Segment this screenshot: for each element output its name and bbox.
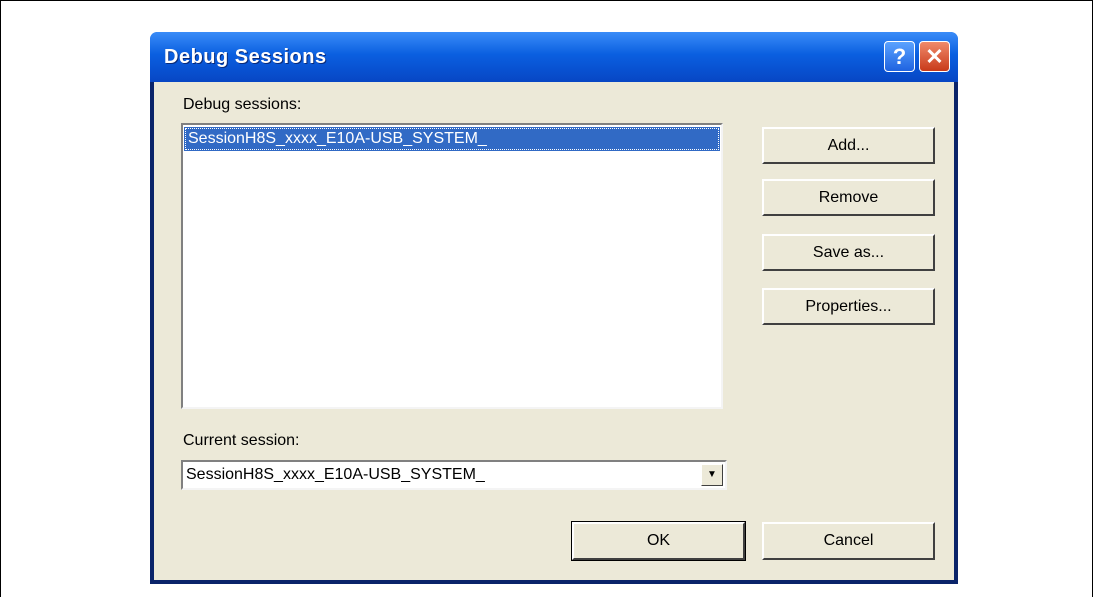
dialog-client-area: Debug sessions: SessionH8S_xxxx_E10A-USB… [154, 82, 954, 580]
help-button[interactable]: ? [884, 41, 915, 72]
debug-sessions-label: Debug sessions: [183, 96, 302, 113]
chevron-down-icon[interactable]: ▼ [701, 464, 723, 486]
title-bar[interactable]: Debug Sessions ? ✕ [150, 32, 958, 82]
debug-sessions-list[interactable]: SessionH8S_xxxx_E10A-USB_SYSTEM_ [181, 123, 723, 409]
properties-button[interactable]: Properties... [762, 288, 935, 325]
list-item[interactable]: SessionH8S_xxxx_E10A-USB_SYSTEM_ [184, 127, 720, 151]
debug-sessions-dialog: Debug Sessions ? ✕ Debug sessions: Sessi… [150, 32, 958, 584]
help-icon: ? [892, 43, 907, 69]
cancel-button[interactable]: Cancel [762, 522, 935, 560]
add-button[interactable]: Add... [762, 127, 935, 164]
dialog-title: Debug Sessions [164, 45, 327, 68]
save-as-button[interactable]: Save as... [762, 234, 935, 271]
remove-button[interactable]: Remove [762, 179, 935, 216]
current-session-label: Current session: [183, 432, 300, 449]
ok-button[interactable]: OK [571, 521, 746, 561]
current-session-select[interactable]: SessionH8S_xxxx_E10A-USB_SYSTEM_ ▼ [181, 460, 727, 490]
close-button[interactable]: ✕ [919, 41, 950, 72]
close-icon: ✕ [925, 43, 944, 69]
current-session-value: SessionH8S_xxxx_E10A-USB_SYSTEM_ [186, 466, 485, 483]
